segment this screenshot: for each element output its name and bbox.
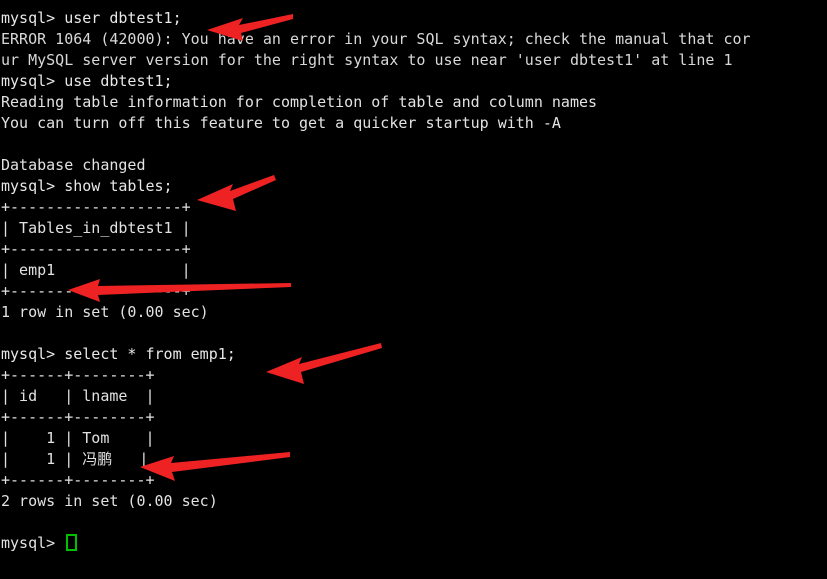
terminal-line: ur MySQL server version for the right sy…: [1, 51, 733, 69]
terminal-line: +-------------------+: [1, 198, 191, 216]
terminal-line: mysql> show tables;: [1, 177, 173, 195]
terminal-line: You can turn off this feature to get a q…: [1, 114, 561, 132]
terminal-line: ERROR 1064 (42000): You have an error in…: [1, 30, 751, 48]
terminal-line: | id | lname |: [1, 387, 155, 405]
terminal-prompt-line[interactable]: mysql>: [0, 533, 827, 554]
prompt-text: mysql>: [1, 534, 65, 552]
terminal-line-cjk: | 1 | 冯鹏 |: [1, 450, 149, 468]
terminal-line: | emp1 |: [1, 261, 191, 279]
terminal-line: mysql> select * from emp1;: [1, 345, 236, 363]
terminal-line: | 1 | Tom |: [1, 429, 155, 447]
terminal-line: mysql> user dbtest1;: [1, 9, 182, 27]
text-cursor[interactable]: [66, 534, 78, 551]
terminal-line: mysql> use dbtest1;: [1, 72, 173, 90]
terminal-line: 1 row in set (0.00 sec): [1, 303, 209, 321]
terminal-line: +------+--------+: [1, 366, 155, 384]
terminal-line: | Tables_in_dbtest1 |: [1, 219, 191, 237]
terminal-line: +-------------------+: [1, 282, 191, 300]
terminal-line: +-------------------+: [1, 240, 191, 258]
terminal-window[interactable]: mysql> user dbtest1; ERROR 1064 (42000):…: [0, 0, 827, 579]
terminal-line: +------+--------+: [1, 408, 155, 426]
terminal-line: Reading table information for completion…: [1, 93, 598, 111]
terminal-line: +------+--------+: [1, 471, 155, 489]
terminal-line: 2 rows in set (0.00 sec): [1, 492, 218, 510]
terminal-line: Database changed: [1, 156, 146, 174]
terminal-output-area[interactable]: mysql> user dbtest1; ERROR 1064 (42000):…: [0, 8, 827, 554]
